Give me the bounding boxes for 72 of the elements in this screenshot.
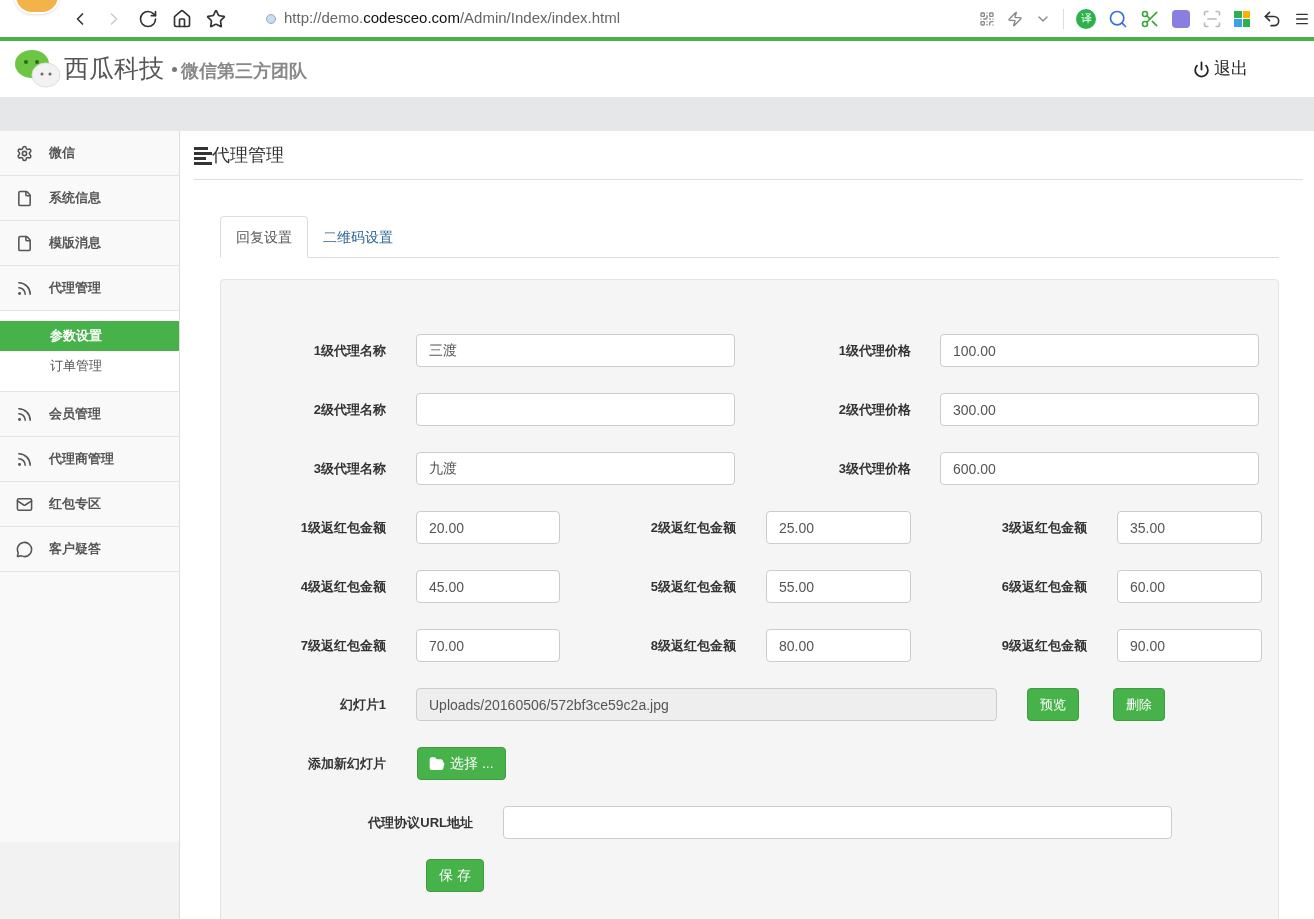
text-field[interactable] [416,393,735,426]
home-icon[interactable] [172,8,192,29]
field-label: 4级返红包金额 [299,577,386,596]
sidebar-item[interactable]: 系统信息 [0,176,179,221]
field-label: 1级代理名称 [312,341,386,360]
text-field[interactable]: 80.00 [766,629,911,662]
text-field[interactable]: 60.00 [1117,570,1262,603]
sidebar-item[interactable]: 红包专区 [0,482,179,527]
tab[interactable]: 二维码设置 [308,216,408,258]
apps-icon[interactable] [1234,10,1250,27]
field-label: 5级返红包金额 [649,577,736,596]
gear-icon [16,144,33,162]
text-field[interactable]: 100.00 [940,334,1259,367]
sidebar-item[interactable]: 客户疑答 [0,527,179,572]
brand-tagline: 微信第三方团队 [181,59,307,83]
sidebar-item[interactable]: 微信 [0,131,179,176]
field-label: 7级返红包金额 [299,636,386,655]
document-icon [16,234,33,252]
field-label: 3级代理价格 [837,459,911,478]
scan-icon[interactable] [1202,8,1222,29]
text-field[interactable]: 55.00 [766,570,911,603]
text-field[interactable] [503,806,1172,839]
field-label: 添加新幻灯片 [307,754,386,773]
text-field[interactable]: 90.00 [1117,629,1262,662]
field-label: 9级返红包金额 [1000,636,1087,655]
undo-icon[interactable] [1262,8,1282,29]
rss-icon [16,405,33,423]
folder-icon [429,755,445,772]
reload-icon[interactable] [138,8,158,29]
field-label: 幻灯片1 [338,695,386,714]
envelope-icon [16,495,33,513]
field-label: 8级返红包金额 [649,636,736,655]
url-field[interactable]: http://demo.codesceo.com/Admin/Index/index.html [284,7,620,30]
text-field[interactable]: 九渡 [416,452,735,485]
logout-button[interactable]: 退出 [1193,56,1248,82]
field-label: 代理协议URL地址 [366,813,473,832]
field-label: 3级代理名称 [312,459,386,478]
chat-bubbles-logo [14,48,62,90]
brand-name: 西瓜科技 [64,53,164,85]
power-icon [1193,60,1210,78]
text-field[interactable]: 45.00 [416,570,560,603]
bullet-icon [172,66,177,72]
sidebar-item[interactable]: 会员管理 [0,392,179,437]
text-field[interactable]: 70.00 [416,629,560,662]
search-icon[interactable] [1108,8,1128,29]
text-field[interactable]: 300.00 [940,393,1259,426]
chat-icon [16,540,33,558]
field-label: 2级代理价格 [837,400,911,419]
tab[interactable]: 回复设置 [220,216,308,258]
text-field[interactable]: 25.00 [766,511,911,544]
text-field[interactable]: 20.00 [416,511,560,544]
rss-icon [16,450,33,468]
star-icon[interactable] [206,8,226,29]
scissors-icon[interactable] [1140,8,1160,29]
rss-icon [16,279,33,297]
qr-icon[interactable] [979,10,995,27]
field-label: 2级代理名称 [312,400,386,419]
sidebar-subitem[interactable]: 订单管理 [0,351,179,381]
field-label: 6级返红包金额 [1000,577,1087,596]
text-field[interactable]: 三渡 [416,334,735,367]
lightning-icon[interactable] [1007,10,1023,27]
field-label: 1级返红包金额 [299,518,386,537]
field-label: 1级代理价格 [837,341,911,360]
page-title: 代理管理 [212,143,284,167]
document-icon [16,189,33,207]
field-label: 2级返红包金额 [649,518,736,537]
text-field[interactable]: 600.00 [940,452,1259,485]
list-icon [194,146,212,165]
sidebar-item[interactable]: 代理商管理 [0,437,179,482]
text-field[interactable]: 35.00 [1117,511,1262,544]
sidebar-item[interactable]: 模版消息 [0,221,179,266]
field-label: 3级返红包金额 [1000,518,1087,537]
